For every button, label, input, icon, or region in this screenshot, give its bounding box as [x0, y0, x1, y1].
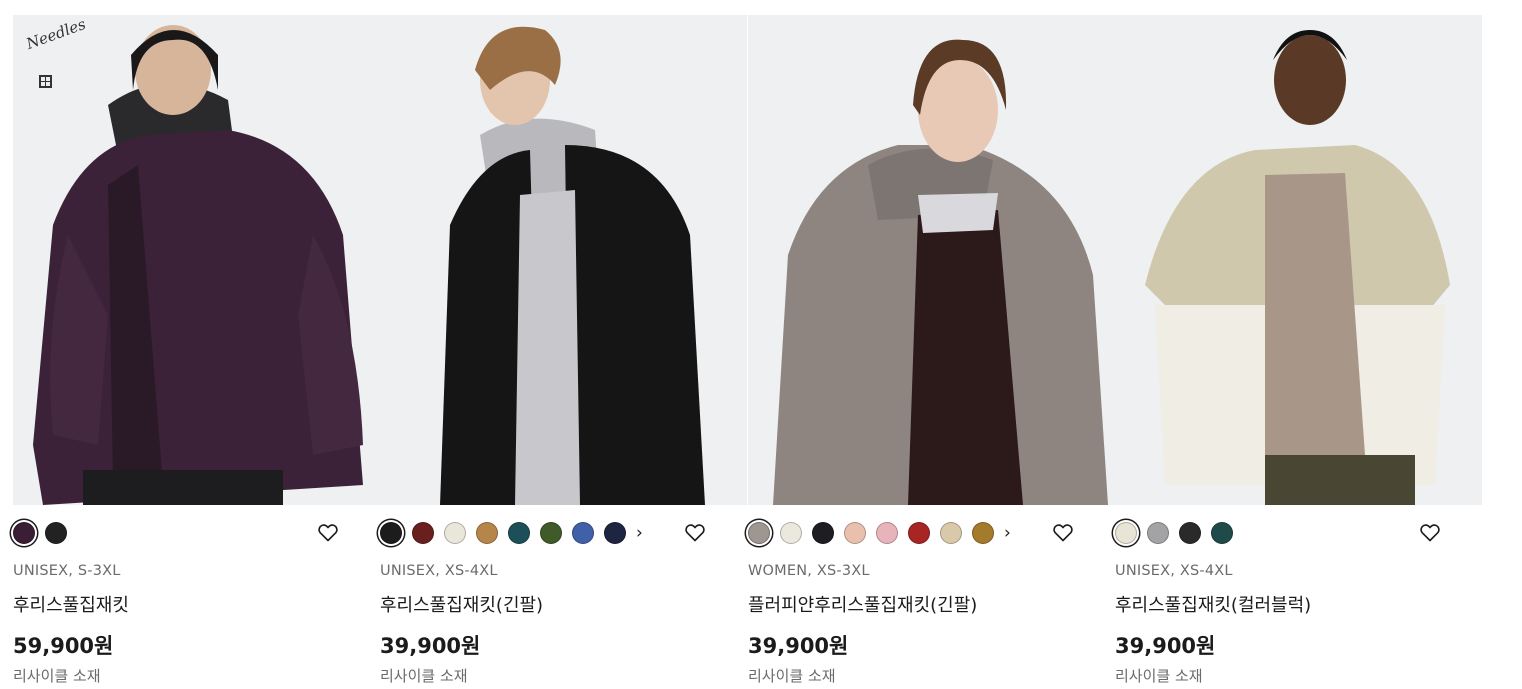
- product-gender-size: WOMEN, XS-3XL: [748, 563, 870, 579]
- color-swatch[interactable]: [508, 522, 530, 544]
- product-gender-size: UNISEX, XS-4XL: [380, 563, 498, 579]
- product-name[interactable]: 후리스풀집재킷(컬러블럭): [1115, 591, 1311, 617]
- color-swatches: ›: [380, 520, 643, 546]
- product-image[interactable]: [748, 15, 1115, 505]
- product-name[interactable]: 후리스풀집재킷: [13, 591, 129, 617]
- color-swatch[interactable]: [604, 522, 626, 544]
- color-swatch[interactable]: [444, 522, 466, 544]
- product-price: 39,900원: [748, 634, 849, 658]
- product-gender-size: UNISEX, XS-4XL: [1115, 563, 1233, 579]
- product-card[interactable]: › WOMEN, XS-3XL 플러피얀후리스풀집재킷(긴팔) 39,900원 …: [748, 15, 1115, 689]
- color-swatch[interactable]: [1179, 522, 1201, 544]
- more-colors-chevron-icon[interactable]: ›: [636, 522, 643, 544]
- color-swatch[interactable]: [972, 522, 994, 544]
- product-price: 39,900원: [380, 634, 481, 658]
- collab-badge: Needles: [24, 15, 88, 95]
- product-price: 59,900원: [13, 634, 114, 658]
- more-colors-chevron-icon[interactable]: ›: [1004, 522, 1011, 544]
- product-card[interactable]: › UNISEX, XS-4XL 후리스풀집재킷(긴팔) 39,900원 리사이…: [380, 15, 747, 689]
- color-swatch-selected[interactable]: [380, 522, 402, 544]
- color-swatch[interactable]: [412, 522, 434, 544]
- product-material-note: 리사이클 소재: [748, 667, 836, 685]
- color-swatch[interactable]: [844, 522, 866, 544]
- color-swatch[interactable]: [572, 522, 594, 544]
- color-swatch[interactable]: [780, 522, 802, 544]
- color-swatches: ›: [748, 520, 1011, 546]
- color-swatch[interactable]: [876, 522, 898, 544]
- color-swatches: [1115, 520, 1243, 546]
- color-swatch[interactable]: [540, 522, 562, 544]
- color-swatch-selected[interactable]: [1115, 522, 1137, 544]
- product-name[interactable]: 플러피얀후리스풀집재킷(긴팔): [748, 591, 977, 617]
- product-card[interactable]: UNISEX, XS-4XL 후리스풀집재킷(컬러블럭) 39,900원 리사이…: [1115, 15, 1482, 689]
- product-image[interactable]: [380, 15, 747, 505]
- color-swatch[interactable]: [908, 522, 930, 544]
- product-material-note: 리사이클 소재: [380, 667, 468, 685]
- favorite-heart-icon[interactable]: [683, 520, 707, 544]
- product-image[interactable]: [1115, 15, 1482, 505]
- favorite-heart-icon[interactable]: [1051, 520, 1075, 544]
- uniqlo-logo-icon: [39, 75, 52, 88]
- color-swatch-selected[interactable]: [13, 522, 35, 544]
- product-material-note: 리사이클 소재: [13, 667, 101, 685]
- product-price: 39,900원: [1115, 634, 1216, 658]
- color-swatch[interactable]: [476, 522, 498, 544]
- color-swatches: [13, 520, 77, 546]
- color-swatch[interactable]: [940, 522, 962, 544]
- color-swatch[interactable]: [45, 522, 67, 544]
- product-grid: Needles UNISEX, S-3XL 후리스풀집재킷 59,900원 리사…: [13, 15, 1483, 689]
- product-image[interactable]: Needles: [13, 15, 380, 505]
- favorite-heart-icon[interactable]: [316, 520, 340, 544]
- favorite-heart-icon[interactable]: [1418, 520, 1442, 544]
- color-swatch[interactable]: [812, 522, 834, 544]
- product-card[interactable]: Needles UNISEX, S-3XL 후리스풀집재킷 59,900원 리사…: [13, 15, 380, 689]
- product-material-note: 리사이클 소재: [1115, 667, 1203, 685]
- color-swatch-selected[interactable]: [748, 522, 770, 544]
- product-gender-size: UNISEX, S-3XL: [13, 563, 121, 579]
- color-swatch[interactable]: [1211, 522, 1233, 544]
- color-swatch[interactable]: [1147, 522, 1169, 544]
- product-name[interactable]: 후리스풀집재킷(긴팔): [380, 591, 543, 617]
